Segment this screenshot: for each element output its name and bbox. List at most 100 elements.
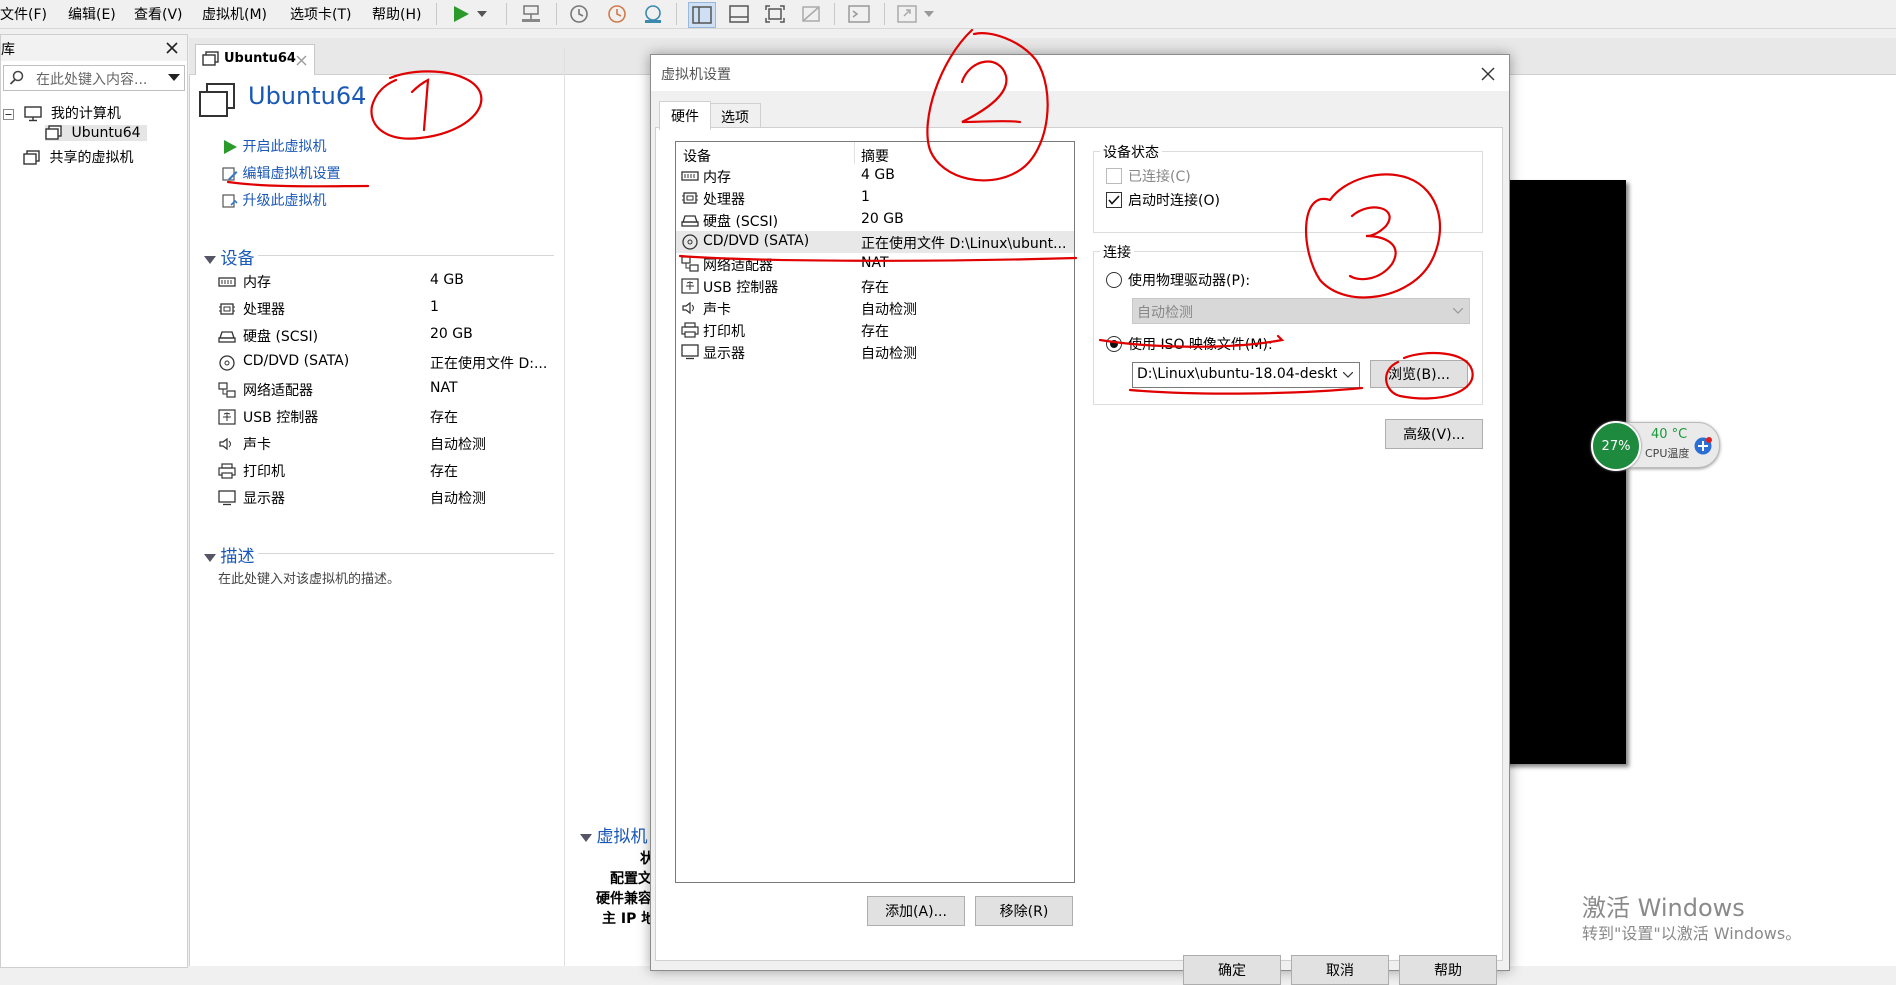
- remove-hardware-button[interactable]: 移除(R): [975, 896, 1073, 926]
- advanced-button[interactable]: 高级(V)...: [1385, 419, 1483, 449]
- revert-snapshot-button[interactable]: [604, 2, 630, 26]
- library-search-box[interactable]: 在此处键入内容...: [3, 65, 185, 91]
- snapshot-button[interactable]: [566, 2, 592, 26]
- fullscreen-icon: [765, 5, 785, 23]
- close-tab-icon[interactable]: [296, 55, 307, 66]
- hardware-list[interactable]: 设备 摘要 内存 4 GB 处理器 1 硬盘 (SCSI) 20 GB CD/DVD (SA…: [675, 141, 1075, 883]
- vm-screen-thumbnail[interactable]: [1500, 180, 1626, 764]
- vm-device-value: NAT: [430, 380, 458, 396]
- send-keys-button[interactable]: [518, 2, 544, 26]
- description-placeholder[interactable]: 在此处键入对该虚拟机的描述。: [218, 568, 400, 587]
- console-button[interactable]: [846, 2, 872, 26]
- toolbar-separator: [884, 3, 885, 25]
- network-icon: [218, 382, 236, 398]
- cpu-temp-widget[interactable]: 27% 40 °C CPU温度: [1591, 421, 1720, 471]
- hardware-summary-label: 20 GB: [861, 211, 904, 227]
- ok-button[interactable]: 确定: [1183, 955, 1281, 985]
- tree-item-shared-vms[interactable]: 共享的虚拟机: [23, 147, 133, 167]
- devices-section-header[interactable]: 设备: [204, 244, 254, 269]
- menu-view[interactable]: 查看(V): [134, 4, 183, 24]
- power-dropdown-button[interactable]: [474, 2, 490, 26]
- connection-group: 连接 使用物理驱动器(P): 自动检测 使用 ISO 映像文件(M): D:\L…: [1093, 242, 1483, 405]
- hardware-row[interactable]: 打印机 存在: [676, 319, 1074, 341]
- fullscreen-button[interactable]: [762, 2, 788, 26]
- help-button[interactable]: 帮助: [1399, 955, 1497, 985]
- tab-ubuntu64[interactable]: Ubuntu64: [195, 44, 315, 75]
- hardware-row[interactable]: 内存 4 GB: [676, 165, 1074, 187]
- column-header-summary[interactable]: 摘要: [861, 146, 889, 166]
- menu-file[interactable]: 文件(F): [0, 4, 47, 24]
- hardware-row[interactable]: 网络适配器 NAT: [676, 253, 1074, 275]
- hardware-row[interactable]: 声卡 自动检测: [676, 297, 1074, 319]
- memory-icon: [681, 171, 699, 181]
- vm-device-value: 存在: [430, 410, 458, 426]
- power-on-link-label: 开启此虚拟机: [242, 139, 327, 155]
- browse-button[interactable]: 浏览(B)...: [1370, 360, 1468, 388]
- chevron-down-icon[interactable]: [1343, 372, 1353, 378]
- menu-tabs[interactable]: 选项卡(T): [290, 4, 351, 24]
- power-on-link[interactable]: 开启此虚拟机: [222, 136, 326, 156]
- plus-circle-icon[interactable]: [1693, 436, 1713, 456]
- vm-details-section-header[interactable]: 虚拟机: [580, 822, 647, 847]
- iso-path-combobox[interactable]: D:\Linux\ubuntu-18.04-desktop: [1132, 362, 1360, 388]
- upgrade-vm-link[interactable]: 升级此虚拟机: [222, 190, 326, 210]
- show-library-button[interactable]: [688, 2, 716, 28]
- thumbnail-layout-icon: [729, 5, 749, 23]
- tab-options[interactable]: 选项: [709, 103, 761, 130]
- hardware-row[interactable]: 显示器 自动检测: [676, 341, 1074, 363]
- hardware-row[interactable]: USB 控制器 存在: [676, 275, 1074, 297]
- vm-device-value: 1: [430, 299, 439, 315]
- chevron-down-icon: [1453, 308, 1463, 314]
- snapshot-manager-button[interactable]: [640, 2, 666, 26]
- toolbar-separator: [676, 3, 677, 25]
- stretch-dropdown-button[interactable]: [922, 2, 936, 26]
- iso-file-radio[interactable]: [1106, 336, 1122, 352]
- vm-device-label: 声卡: [243, 437, 271, 453]
- menu-vm[interactable]: 虚拟机(M): [202, 4, 267, 24]
- close-dialog-icon[interactable]: [1481, 67, 1495, 81]
- description-section-header[interactable]: 描述: [204, 542, 254, 567]
- vm-device-label: 显示器: [243, 491, 285, 507]
- collapse-icon[interactable]: [3, 108, 14, 120]
- iso-path-value[interactable]: D:\Linux\ubuntu-18.04-desktop: [1137, 366, 1337, 382]
- tree-item-ubuntu64[interactable]: Ubuntu64: [45, 125, 147, 141]
- harddisk-icon: [218, 331, 236, 343]
- library-title: 库: [1, 42, 15, 58]
- detail-label-ip: 主 IP 地: [602, 911, 656, 927]
- printer-icon: [218, 463, 236, 479]
- tree-item-my-computer[interactable]: 我的计算机: [3, 103, 121, 123]
- thumbnail-bar-button[interactable]: [726, 2, 752, 26]
- cancel-button[interactable]: 取消: [1291, 955, 1389, 985]
- dialog-title: 虚拟机设置: [661, 67, 731, 83]
- hardware-row[interactable]: 硬盘 (SCSI) 20 GB: [676, 209, 1074, 231]
- hardware-device-label: 网络适配器: [703, 258, 773, 274]
- add-hardware-button[interactable]: 添加(A)...: [867, 896, 965, 926]
- physical-drive-radio[interactable]: [1106, 272, 1122, 288]
- hardware-summary-label: 正在使用文件 D:\Linux\ubunt...: [861, 236, 1067, 252]
- tree-label: 共享的虚拟机: [49, 150, 134, 166]
- menu-edit[interactable]: 编辑(E): [68, 4, 116, 24]
- activation-watermark-title: 激活 Windows: [1582, 894, 1745, 922]
- chevron-down-icon[interactable]: [168, 74, 180, 82]
- tab-hardware[interactable]: 硬件: [659, 101, 711, 130]
- stretch-button[interactable]: [894, 2, 920, 26]
- vm-device-value: 存在: [430, 464, 458, 480]
- hardware-device-label: 打印机: [703, 324, 745, 340]
- column-header-device[interactable]: 设备: [683, 146, 711, 166]
- power-on-button[interactable]: [448, 2, 474, 26]
- vm-device-value: 20 GB: [430, 326, 473, 342]
- close-library-button[interactable]: [165, 37, 179, 60]
- edit-settings-link[interactable]: 编辑虚拟机设置: [222, 163, 340, 183]
- library-header: 库: [1, 35, 187, 61]
- connected-checkbox[interactable]: [1106, 168, 1122, 184]
- physical-drive-select[interactable]: 自动检测: [1132, 298, 1470, 324]
- unity-button[interactable]: [798, 2, 824, 26]
- tree-label: Ubuntu64: [71, 125, 141, 141]
- hardware-row[interactable]: CD/DVD (SATA) 正在使用文件 D:\Linux\ubunt...: [676, 231, 1074, 253]
- device-status-title: 设备状态: [1100, 142, 1162, 162]
- menu-help[interactable]: 帮助(H): [372, 4, 421, 24]
- hardware-row[interactable]: 处理器 1: [676, 187, 1074, 209]
- close-icon: [166, 42, 178, 54]
- search-input-placeholder[interactable]: 在此处键入内容...: [36, 69, 147, 89]
- connect-at-power-on-checkbox[interactable]: [1106, 192, 1122, 208]
